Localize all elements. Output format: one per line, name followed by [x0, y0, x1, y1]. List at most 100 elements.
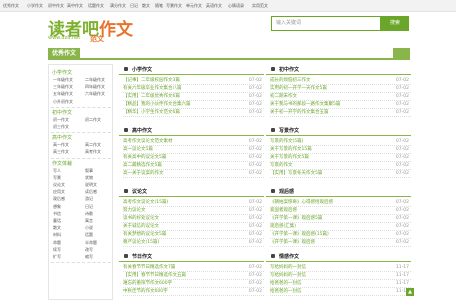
article-link[interactable]: 【实用】春节节日精选作文五篇: [123, 272, 186, 280]
article-link[interactable]: 努力议论文: [123, 207, 146, 215]
sidebar-item[interactable]: 缩写: [85, 254, 93, 260]
top-nav-item[interactable]: 写景作文: [166, 0, 182, 12]
top-nav-item[interactable]: 散文: [142, 0, 150, 12]
article-link[interactable]: 初二期末作文: [270, 93, 297, 101]
article-link[interactable]: 《开学第一课》观后感5篇: [270, 215, 322, 223]
top-nav-item[interactable]: 满分作文: [110, 0, 126, 12]
sidebar-item[interactable]: 初三作文: [53, 124, 69, 130]
article-link[interactable]: 高考作文议论文范文素材: [123, 138, 173, 146]
article-link[interactable]: 高一关于议案的作文: [123, 170, 164, 178]
article-link[interactable]: 尊严议论文(15篇): [123, 239, 159, 247]
sidebar-item[interactable]: 写人: [53, 168, 61, 174]
sidebar-item[interactable]: 应用文: [53, 189, 65, 195]
sidebar-item[interactable]: 一年级作文: [53, 77, 73, 83]
top-nav-item[interactable]: 优秀作文: [3, 0, 19, 12]
article-link[interactable]: 《开学第一课》观后感: [270, 239, 315, 247]
article-link[interactable]: 《开学第一课》观后感(15篇): [270, 231, 329, 239]
top-nav-item[interactable]: 实用范文: [252, 0, 268, 12]
article-link[interactable]: 写景的作文(5篇): [270, 138, 303, 146]
sidebar-item[interactable]: 诗歌: [85, 211, 93, 217]
top-nav-item[interactable]: 日记: [130, 0, 138, 12]
panel-title[interactable]: 小学作文: [132, 66, 152, 73]
sidebar-item[interactable]: 高三作文: [53, 149, 69, 155]
sidebar-item[interactable]: 游记: [85, 196, 93, 202]
sidebar-item[interactable]: 说明文: [85, 182, 97, 188]
sidebar-item[interactable]: 二年级作文: [85, 77, 105, 83]
sidebar-item[interactable]: 观后感: [53, 196, 65, 202]
sidebar-item[interactable]: 读后感: [85, 189, 97, 195]
sidebar-item[interactable]: 初一作文: [53, 117, 69, 123]
panel-title[interactable]: 高中作文: [132, 127, 152, 134]
sidebar-item[interactable]: 四年级作文: [85, 84, 105, 90]
sidebar-group-title[interactable]: 高中作文: [52, 134, 72, 141]
sidebar-item[interactable]: 日记: [85, 204, 93, 210]
sidebar-group-title[interactable]: 作文体裁: [52, 160, 72, 167]
panel-title[interactable]: 议论文: [132, 188, 147, 195]
sidebar-item[interactable]: 高一作文: [53, 142, 69, 148]
sidebar-item[interactable]: 寓言: [85, 218, 93, 224]
sidebar-item[interactable]: 童话: [53, 218, 61, 224]
article-link[interactable]: 给爸爸的一封信: [270, 280, 302, 288]
article-link[interactable]: 有关六年级毕业作文集合八篇: [123, 85, 182, 93]
top-nav-item[interactable]: 心情语录: [228, 0, 244, 12]
article-link[interactable]: 写给妈妈的一封信: [270, 264, 306, 272]
top-nav-item[interactable]: 英语作文: [206, 0, 222, 12]
sidebar-item[interactable]: 散文: [53, 225, 61, 231]
article-link[interactable]: 有关春节节日精选作文7篇: [123, 264, 175, 272]
sidebar-item[interactable]: 三年级作文: [53, 84, 73, 90]
article-link[interactable]: 【精品】我的小伙伴作文合集六篇: [123, 101, 191, 109]
search-input[interactable]: 输入关键词: [271, 16, 381, 31]
article-link[interactable]: 关于写景的作文5篇: [270, 154, 309, 162]
sidebar-item[interactable]: 材料: [53, 232, 61, 238]
sidebar-item[interactable]: 小说: [85, 225, 93, 231]
top-nav-item[interactable]: 随笔: [155, 0, 163, 12]
panel-title[interactable]: 写景作文: [279, 127, 299, 134]
article-link[interactable]: 关于诚信的议论文: [123, 223, 159, 231]
top-nav-item[interactable]: 初中作文: [48, 0, 64, 12]
article-link[interactable]: 观后感(汇集): [270, 223, 296, 231]
sidebar-item[interactable]: 初二作文: [85, 117, 101, 123]
article-link[interactable]: 关于初一开学的作文集合五篇: [270, 109, 329, 117]
article-link[interactable]: 有关梦想的议论文5篇: [123, 231, 166, 239]
sidebar-item[interactable]: 话题: [85, 232, 93, 238]
panel-title[interactable]: 初中作文: [279, 66, 299, 73]
sidebar-item[interactable]: 状物: [85, 175, 93, 181]
sidebar-item[interactable]: 想象: [53, 204, 61, 210]
article-link[interactable]: 关于我与书的那段一路作文集聚5篇: [270, 101, 340, 109]
sidebar-item[interactable]: 高考作文: [85, 149, 101, 155]
article-link[interactable]: 有关高中的议论文5篇: [123, 154, 166, 162]
sidebar-item[interactable]: 半命题: [85, 240, 97, 246]
article-link[interactable]: 【记事】二年级校园作文3篇: [123, 77, 180, 85]
site-logo[interactable]: 读者吧作文 www.dz8.net 范文: [48, 15, 138, 43]
sidebar-item[interactable]: 小升初作文: [53, 99, 73, 105]
article-link[interactable]: 写景的作文: [270, 162, 293, 170]
sidebar-item[interactable]: 叙事: [85, 168, 93, 174]
article-link[interactable]: 中秋佳节的作文600字: [123, 288, 168, 296]
article-link[interactable]: 成长的烦恼初三作文: [270, 77, 311, 85]
sidebar-group-title[interactable]: 小学作文: [52, 69, 72, 76]
sidebar-item[interactable]: 续写: [53, 247, 61, 253]
article-link[interactable]: 给爸爸的一封信: [270, 288, 302, 296]
sidebar-item[interactable]: 议论文: [53, 182, 65, 188]
article-link[interactable]: 【实用】二年级优秀作文6篇: [123, 93, 180, 101]
sidebar-item[interactable]: 五年级作文: [53, 91, 73, 97]
sidebar-item[interactable]: 改写: [85, 247, 93, 253]
top-nav-item[interactable]: 小学作文: [27, 0, 43, 12]
top-nav-item[interactable]: 话题作文: [88, 0, 104, 12]
top-nav-item[interactable]: 高中作文: [67, 0, 83, 12]
article-link[interactable]: 《朝拍案惊奇》心得感悟观后感: [270, 199, 333, 207]
panel-title[interactable]: 情感作文: [279, 253, 299, 260]
article-link[interactable]: 高一议论文5篇: [123, 146, 153, 154]
article-link[interactable]: 爱国者观后感: [270, 207, 297, 215]
article-link[interactable]: 难忘的重阳节作文600字: [123, 280, 172, 288]
search-button[interactable]: 搜索: [381, 16, 409, 31]
panel-title[interactable]: 节日作文: [132, 253, 152, 260]
sidebar-item[interactable]: 扩写: [53, 254, 61, 260]
sidebar-item[interactable]: 写景: [53, 175, 61, 181]
article-link[interactable]: 高二最精选作文5篇: [123, 162, 162, 170]
article-link[interactable]: 【实用】写景冬天作文5篇: [270, 170, 322, 178]
sidebar-item[interactable]: 高二作文: [85, 142, 101, 148]
top-nav-item[interactable]: 单元作文: [186, 0, 202, 12]
sidebar-item[interactable]: 书信: [53, 211, 61, 217]
article-link[interactable]: 读书的好处议论文: [123, 215, 159, 223]
